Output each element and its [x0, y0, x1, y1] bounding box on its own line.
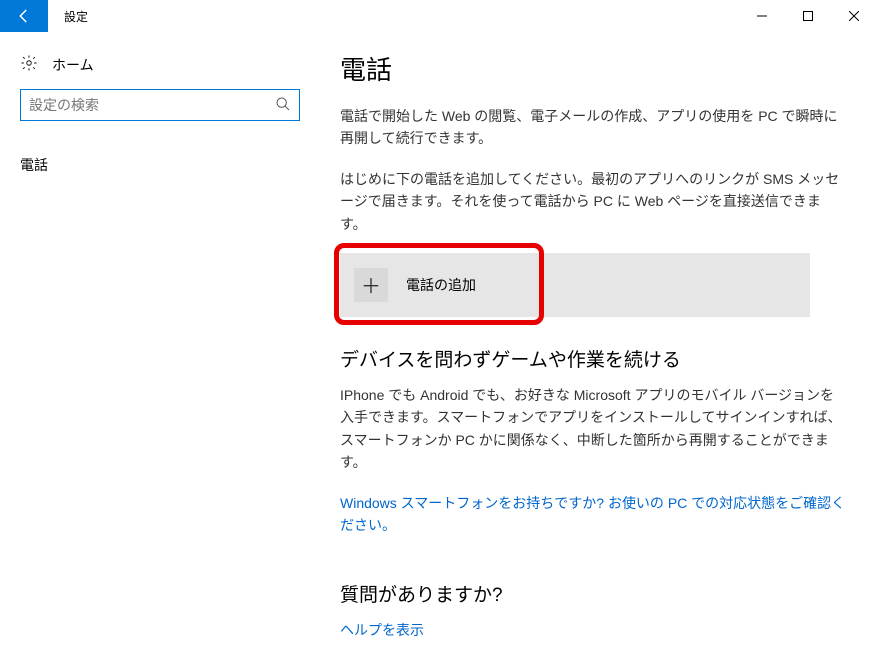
sidebar: ホーム 電話: [0, 32, 320, 654]
window-controls: [739, 0, 877, 32]
arrow-left-icon: [15, 7, 33, 25]
maximize-icon: [803, 11, 813, 21]
gear-icon: [20, 54, 38, 75]
minimize-icon: [757, 11, 767, 21]
help-link[interactable]: ヘルプを表示: [340, 619, 847, 641]
search-input[interactable]: [29, 97, 275, 113]
titlebar: 設定: [0, 0, 877, 32]
intro-paragraph-2: はじめに下の電話を追加してください。最初のアプリへのリンクが SMS メッセージ…: [340, 168, 847, 235]
window-title: 設定: [64, 8, 739, 25]
add-phone-label: 電話の追加: [406, 275, 476, 295]
search-icon: [275, 96, 291, 115]
section-help: 質問がありますか? ヘルプを表示: [340, 580, 847, 641]
search-box[interactable]: [20, 89, 300, 121]
page-title: 電話: [340, 50, 847, 87]
section-help-heading: 質問がありますか?: [340, 580, 847, 607]
minimize-button[interactable]: [739, 0, 785, 32]
sidebar-item-phone[interactable]: 電話: [20, 149, 300, 181]
close-button[interactable]: [831, 0, 877, 32]
section-devices-heading: デバイスを問わずゲームや作業を続ける: [340, 345, 847, 372]
main-content: 電話 電話で開始した Web の閲覧、電子メールの作成、アプリの使用を PC で…: [320, 32, 877, 654]
back-button[interactable]: [0, 0, 48, 32]
maximize-button[interactable]: [785, 0, 831, 32]
home-label: ホーム: [52, 55, 94, 75]
windows-phone-link[interactable]: Windows スマートフォンをお持ちですか? お使いの PC での対応状態をご…: [340, 492, 847, 537]
section-devices: デバイスを問わずゲームや作業を続ける IPhone でも Android でも、…: [340, 345, 847, 536]
home-button[interactable]: ホーム: [20, 46, 300, 89]
add-phone-button[interactable]: ＋ 電話の追加: [340, 253, 810, 317]
add-phone-section: ＋ 電話の追加: [340, 253, 847, 317]
section-devices-para: IPhone でも Android でも、お好きな Microsoft アプリの…: [340, 384, 847, 474]
intro-paragraph-1: 電話で開始した Web の閲覧、電子メールの作成、アプリの使用を PC で瞬時に…: [340, 105, 847, 150]
close-icon: [849, 11, 859, 21]
plus-icon: ＋: [354, 268, 388, 302]
